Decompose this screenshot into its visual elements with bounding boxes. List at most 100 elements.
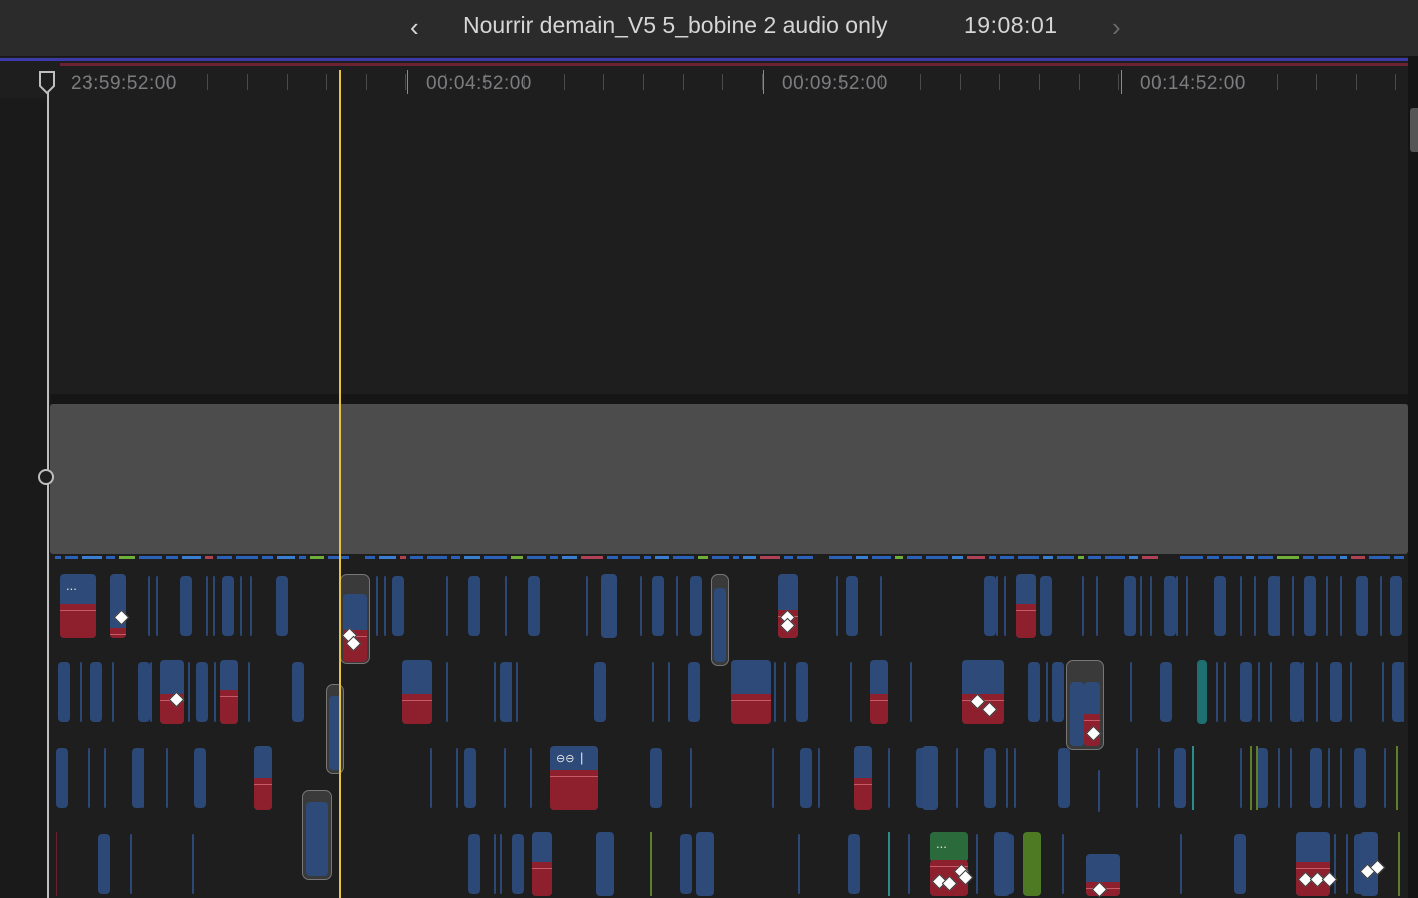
audio-clip[interactable] — [1140, 576, 1142, 636]
audio-clip[interactable] — [138, 662, 150, 722]
chevron-right-icon[interactable]: › — [1112, 10, 1121, 44]
audio-clip[interactable] — [1382, 662, 1384, 722]
audio-clips-area[interactable]: ... ⊖⊖ |... — [0, 566, 1408, 898]
audio-clip[interactable]: ⊖⊖ | — [550, 746, 598, 810]
audio-clip[interactable] — [530, 748, 532, 808]
audio-clip[interactable] — [1316, 662, 1318, 722]
audio-clip[interactable] — [652, 662, 654, 722]
audio-clip[interactable] — [1023, 832, 1041, 896]
audio-clip[interactable] — [188, 662, 190, 722]
audio-clip[interactable] — [1216, 662, 1218, 722]
audio-clip[interactable] — [276, 576, 288, 636]
audio-clip[interactable] — [222, 576, 234, 636]
audio-clip[interactable] — [148, 576, 150, 636]
audio-clip[interactable] — [494, 834, 496, 894]
audio-clip[interactable]: ... — [60, 574, 96, 638]
audio-clip[interactable] — [1174, 748, 1186, 808]
audio-clip[interactable] — [180, 576, 192, 636]
audio-clip[interactable] — [505, 576, 507, 636]
audio-clip[interactable] — [446, 662, 448, 722]
audio-clip[interactable] — [1278, 748, 1280, 808]
audio-clip[interactable] — [306, 802, 328, 876]
audio-clip[interactable] — [1330, 662, 1342, 722]
clip-marker[interactable] — [888, 832, 890, 896]
audio-clip[interactable] — [1040, 576, 1052, 636]
audio-clip[interactable] — [984, 576, 996, 636]
audio-clip[interactable] — [695, 576, 697, 636]
audio-clip[interactable] — [1390, 576, 1402, 636]
audio-clip[interactable] — [1328, 748, 1330, 808]
audio-clip[interactable] — [1160, 662, 1172, 722]
audio-clip[interactable] — [994, 832, 1010, 896]
audio-clip[interactable] — [254, 746, 272, 810]
audio-clip[interactable] — [870, 660, 888, 724]
audio-clip[interactable] — [888, 748, 890, 808]
audio-clip[interactable] — [836, 576, 838, 636]
audio-clip[interactable] — [516, 662, 518, 722]
audio-clip[interactable] — [56, 748, 68, 808]
audio-clip[interactable] — [1240, 576, 1242, 636]
audio-clip[interactable] — [1006, 748, 1008, 808]
audio-clip[interactable] — [376, 576, 378, 636]
audio-clip[interactable] — [1014, 748, 1016, 808]
audio-clip[interactable] — [596, 832, 614, 896]
audio-clip[interactable] — [1290, 662, 1302, 722]
audio-clip[interactable] — [854, 746, 872, 810]
audio-clip[interactable] — [1214, 576, 1226, 636]
audio-clip[interactable] — [880, 576, 882, 636]
audio-clip[interactable] — [292, 662, 304, 722]
audio-clip[interactable] — [800, 748, 812, 808]
audio-clip[interactable] — [160, 660, 184, 724]
audio-clip[interactable] — [206, 576, 208, 636]
chevron-left-icon[interactable]: ‹ — [410, 10, 419, 44]
audio-clip[interactable] — [1176, 576, 1178, 636]
audio-clip[interactable]: ... — [930, 832, 968, 862]
audio-clip[interactable] — [1240, 748, 1242, 808]
audio-clip[interactable] — [668, 662, 670, 722]
audio-clip[interactable] — [1060, 662, 1062, 722]
audio-clip[interactable] — [88, 748, 90, 808]
audio-clip[interactable] — [1036, 662, 1038, 722]
start-marker-icon[interactable] — [38, 70, 58, 96]
audio-clip[interactable] — [660, 576, 662, 636]
audio-clip[interactable] — [512, 834, 524, 894]
audio-clip[interactable] — [676, 576, 678, 636]
audio-clip[interactable] — [248, 662, 250, 722]
audio-clip[interactable] — [1398, 576, 1400, 636]
audio-clip[interactable] — [510, 662, 512, 722]
audio-clip[interactable] — [984, 748, 996, 808]
audio-clip[interactable] — [494, 662, 496, 722]
audio-clip[interactable] — [1180, 834, 1182, 894]
audio-clip[interactable] — [1292, 576, 1294, 636]
clip-marker[interactable] — [56, 832, 57, 896]
audio-clip[interactable] — [1058, 748, 1070, 808]
audio-clip[interactable] — [1304, 576, 1316, 636]
audio-clip[interactable] — [774, 662, 776, 722]
audio-clip[interactable] — [142, 748, 144, 808]
audio-clip[interactable] — [430, 748, 432, 808]
audio-clip[interactable] — [468, 576, 480, 636]
audio-clip[interactable] — [194, 748, 206, 808]
audio-clip[interactable] — [1082, 576, 1084, 636]
audio-clip[interactable] — [1164, 576, 1176, 636]
playhead[interactable] — [339, 70, 341, 898]
audio-clip[interactable] — [1326, 576, 1328, 636]
audio-clip[interactable] — [1334, 834, 1336, 894]
audio-clip[interactable] — [996, 576, 998, 636]
audio-clip[interactable] — [601, 574, 617, 638]
audio-clip[interactable] — [910, 662, 912, 722]
audio-clip[interactable] — [250, 576, 252, 636]
audio-clip[interactable] — [476, 576, 478, 636]
audio-clip[interactable] — [1258, 662, 1260, 722]
audio-clip[interactable] — [90, 662, 102, 722]
audio-clip[interactable] — [532, 832, 552, 896]
audio-clip[interactable] — [696, 832, 714, 896]
audio-clip[interactable] — [594, 662, 606, 722]
clip-marker[interactable] — [1396, 746, 1398, 810]
audio-clip[interactable] — [1004, 576, 1006, 636]
audio-clip[interactable] — [1028, 662, 1040, 722]
audio-clip[interactable] — [852, 576, 854, 636]
audio-clip[interactable] — [1402, 662, 1404, 722]
audio-clip[interactable] — [516, 834, 518, 894]
audio-clip[interactable] — [1052, 662, 1064, 722]
